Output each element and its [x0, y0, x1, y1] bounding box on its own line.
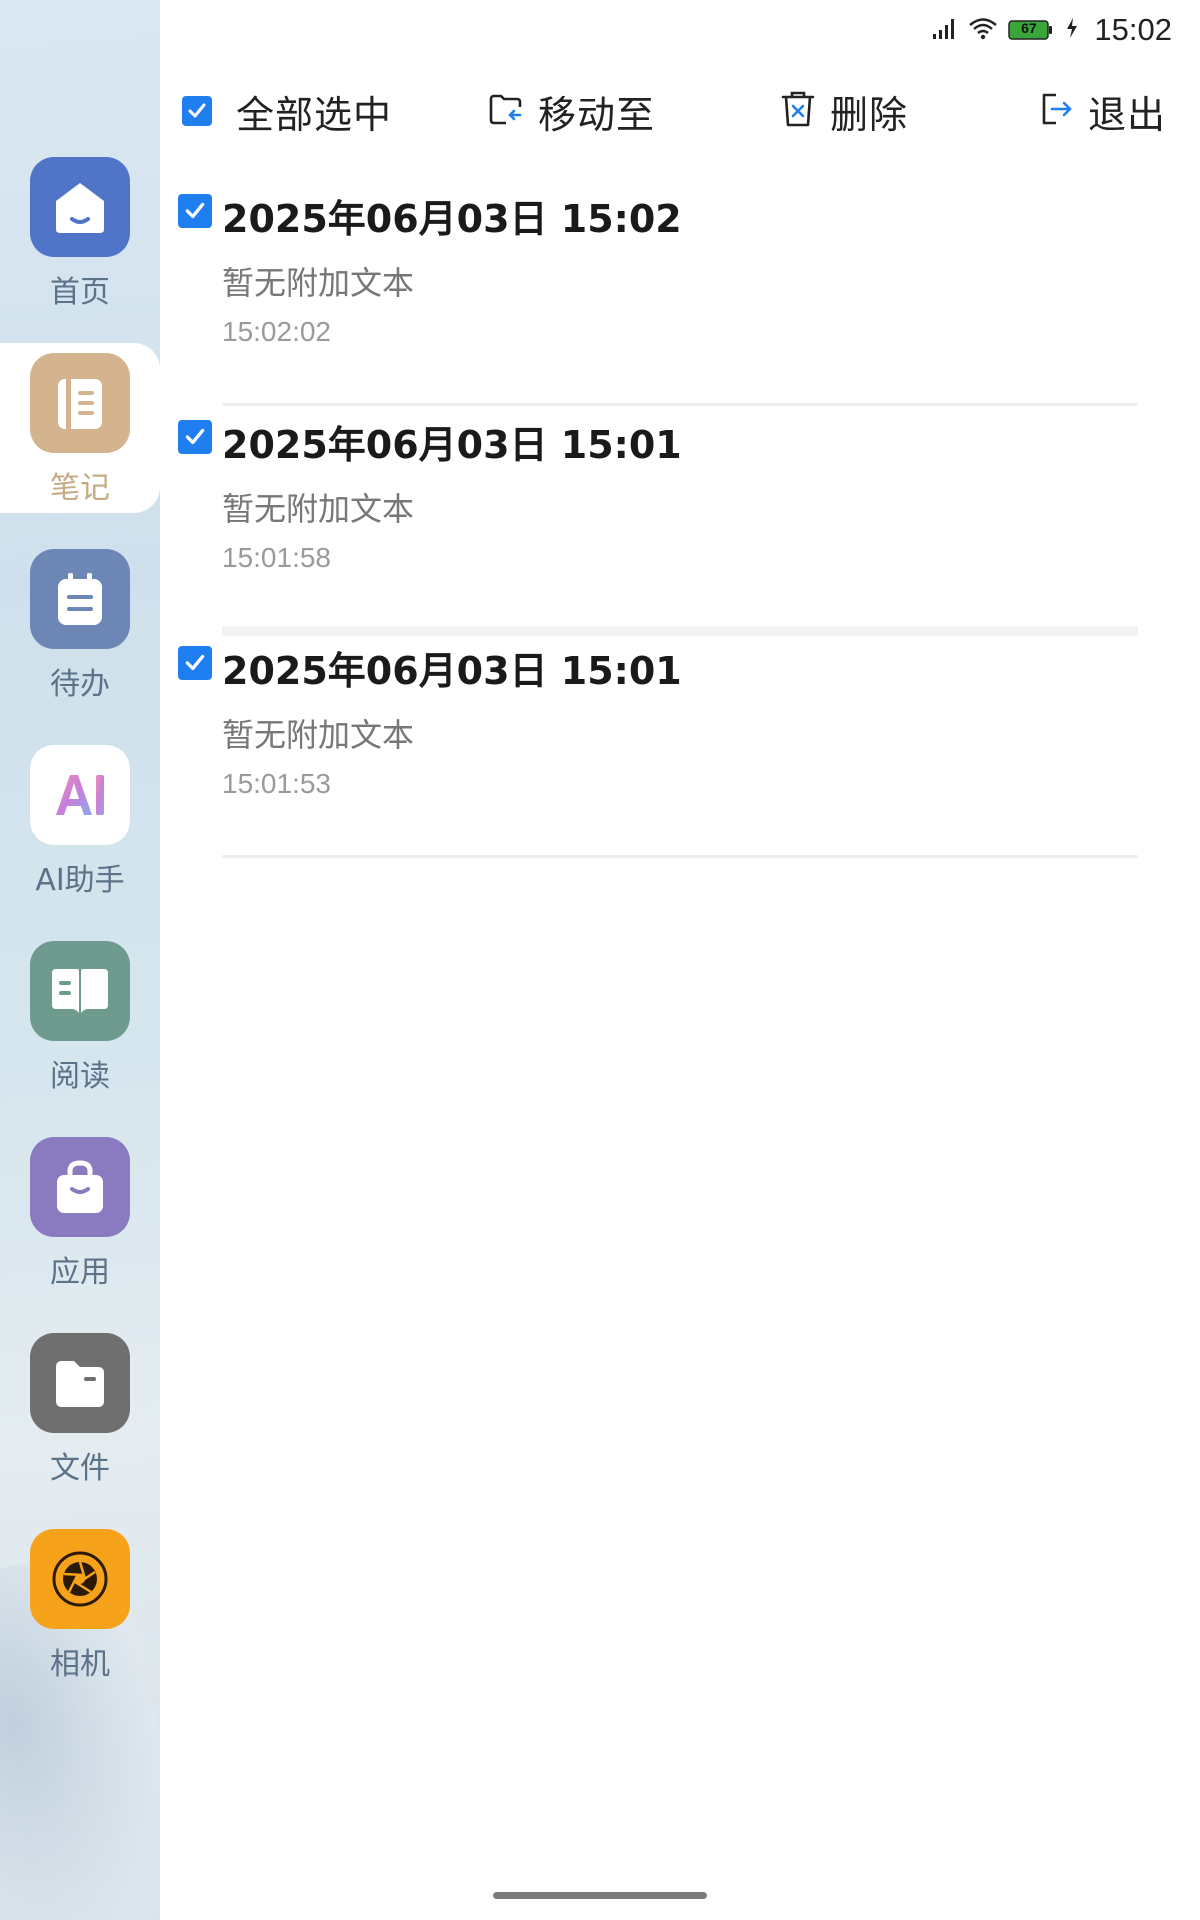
list-item[interactable]: 2025年06月03日 15:01 暂无附加文本 15:01:53	[160, 632, 1200, 858]
checkmark-icon	[185, 202, 205, 219]
sidebar-item-label: 应用	[50, 1255, 110, 1290]
wifi-icon	[968, 16, 998, 44]
notebook-icon	[30, 353, 130, 453]
sidebar-item-label: 首页	[50, 275, 110, 310]
item-checkbox[interactable]	[178, 194, 212, 228]
status-bar: 67 15:02	[932, 8, 1172, 52]
sidebar-item-todo[interactable]: 待办	[0, 549, 160, 745]
list-item[interactable]: 2025年06月03日 15:01 暂无附加文本 15:01:58	[160, 406, 1200, 636]
select-all-button[interactable]: 全部选中	[182, 80, 392, 142]
note-subtitle: 暂无附加文本	[222, 716, 415, 754]
item-checkbox[interactable]	[178, 420, 212, 454]
select-all-label: 全部选中	[236, 92, 393, 137]
delete-label: 删除	[830, 92, 909, 137]
folder-icon	[30, 1333, 130, 1433]
sidebar-item-home[interactable]: 首页	[0, 157, 160, 353]
sidebar-item-label: 文件	[50, 1451, 110, 1486]
status-time: 15:02	[1094, 12, 1172, 47]
checkmark-icon	[188, 103, 206, 118]
exit-button[interactable]: 退出	[1038, 80, 1166, 142]
todo-icon	[30, 549, 130, 649]
charging-icon	[1066, 18, 1078, 42]
sidebar-item-label: 相机	[50, 1647, 110, 1682]
note-time: 15:01:53	[222, 768, 331, 799]
sidebar-item-reading[interactable]: 阅读	[0, 941, 160, 1137]
sidebar-item-label: 待办	[50, 667, 110, 702]
exit-icon	[1038, 91, 1074, 131]
note-subtitle: 暂无附加文本	[222, 490, 415, 528]
note-list: 2025年06月03日 15:02 暂无附加文本 15:02:02 2025年0…	[160, 180, 1200, 858]
sidebar-item-notes[interactable]: 笔记	[0, 353, 160, 549]
note-title: 2025年06月03日 15:02	[222, 197, 682, 241]
sidebar-item-camera[interactable]: 相机	[0, 1529, 160, 1725]
sidebar-item-label: AI助手	[35, 863, 125, 898]
sidebar-item-ai-assistant[interactable]: AI助手	[0, 745, 160, 941]
delete-button[interactable]: 删除	[780, 80, 908, 142]
sidebar-item-files[interactable]: 文件	[0, 1333, 160, 1529]
checkmark-icon	[185, 654, 205, 671]
home-indicator[interactable]	[493, 1892, 707, 1899]
sidebar-item-label: 笔记	[50, 471, 110, 506]
selection-toolbar: 全部选中 移动至 删除 退出	[160, 80, 1200, 142]
exit-label: 退出	[1088, 92, 1167, 137]
item-checkbox[interactable]	[178, 646, 212, 680]
checkmark-icon	[185, 428, 205, 445]
sidebar-item-apps[interactable]: 应用	[0, 1137, 160, 1333]
screen: 首页 笔记 待办 AI助手 阅读 应用 文件 相机 67 15:02 全部选中 …	[0, 0, 1200, 1920]
divider	[222, 855, 1138, 858]
signal-icon	[932, 16, 958, 44]
shopping-bag-icon	[30, 1137, 130, 1237]
note-time: 15:01:58	[222, 542, 331, 573]
trash-icon	[780, 89, 816, 133]
note-subtitle: 暂无附加文本	[222, 264, 415, 302]
camera-aperture-icon	[30, 1529, 130, 1629]
book-icon	[30, 941, 130, 1041]
move-folder-icon	[488, 91, 524, 131]
sidebar: 首页 笔记 待办 AI助手 阅读 应用 文件 相机	[0, 0, 160, 1920]
note-title: 2025年06月03日 15:01	[222, 423, 682, 467]
battery-level: 67	[1021, 20, 1037, 36]
ai-assistant-icon	[30, 745, 130, 845]
note-time: 15:02:02	[222, 316, 331, 347]
move-to-label: 移动至	[538, 92, 656, 137]
note-title: 2025年06月03日 15:01	[222, 649, 682, 693]
move-to-button[interactable]: 移动至	[488, 80, 655, 142]
home-icon	[30, 157, 130, 257]
list-item[interactable]: 2025年06月03日 15:02 暂无附加文本 15:02:02	[160, 180, 1200, 406]
sidebar-item-label: 阅读	[50, 1059, 110, 1094]
select-all-checkbox[interactable]	[182, 96, 212, 126]
battery-icon: 67	[1008, 19, 1056, 41]
